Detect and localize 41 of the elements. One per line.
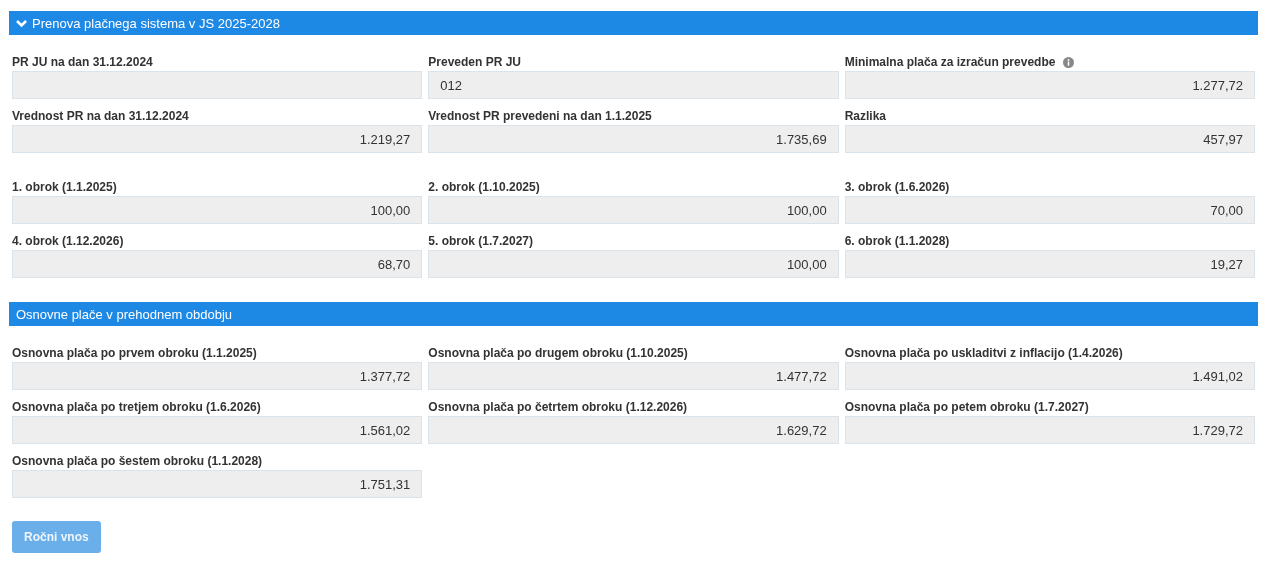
input-field[interactable]: 1.735,69 <box>428 125 839 153</box>
input-field[interactable]: 1.751,31 <box>12 470 423 498</box>
input-field[interactable]: 68,70 <box>12 250 423 278</box>
field-label: Osnovna plača po četrtem obroku (1.12.2026) <box>428 400 688 414</box>
field-label: Preveden PR JU <box>428 55 522 69</box>
input-field[interactable]: 1.277,72 <box>844 71 1255 99</box>
input-field[interactable]: 1.629,72 <box>428 416 839 444</box>
field-label: Vrednost PR prevedeni na dan 1.1.2025 <box>428 109 652 123</box>
input-field[interactable] <box>12 71 423 99</box>
field-label: Razlika <box>844 109 886 123</box>
input-field[interactable]: 1.729,72 <box>844 416 1255 444</box>
field-label: Osnovna plača po petem obroku (1.7.2027) <box>844 400 1089 414</box>
input-field[interactable]: 100,00 <box>12 196 423 224</box>
field-label: 2. obrok (1.10.2025) <box>428 180 540 194</box>
field-label: PR JU na dan 31.12.2024 <box>12 55 153 69</box>
field-label: 1. obrok (1.1.2025) <box>12 180 117 194</box>
field-label: 6. obrok (1.1.2028) <box>844 234 950 248</box>
input-field[interactable]: 100,00 <box>428 196 839 224</box>
input-field[interactable]: 457,97 <box>844 125 1255 153</box>
input-field[interactable]: 100,00 <box>428 250 839 278</box>
field-label: Vrednost PR na dan 31.12.2024 <box>12 109 189 123</box>
field-label: Minimalna plača za izračun prevedbe <box>844 55 1056 69</box>
field-label: Osnovna plača po šestem obroku (1.1.2028) <box>12 454 263 468</box>
field-label: Osnovna plača po uskladitvi z inflacijo (1.4.2026) <box>844 346 1123 360</box>
info-icon[interactable] <box>1063 56 1075 68</box>
field-label: 3. obrok (1.6.2026) <box>844 180 950 194</box>
field-label: Osnovna plača po drugem obroku (1.10.2025) <box>428 346 688 360</box>
input-field[interactable]: 70,00 <box>844 196 1255 224</box>
input-field[interactable]: 1.219,27 <box>12 125 423 153</box>
input-field[interactable]: 1.491,02 <box>844 362 1255 390</box>
section-header[interactable]: Prenova plačnega sistema v JS 2025-2028 <box>9 11 1258 35</box>
input-field[interactable]: 1.561,02 <box>12 416 423 444</box>
input-field[interactable]: 1.477,72 <box>428 362 839 390</box>
section-header[interactable]: Osnovne plače v prehodnem obdobju <box>9 302 1258 326</box>
field-label: 5. obrok (1.7.2027) <box>428 234 534 248</box>
field-label: Osnovna plača po prvem obroku (1.1.2025) <box>12 346 257 360</box>
input-field[interactable]: 19,27 <box>844 250 1255 278</box>
field-label: Osnovna plača po tretjem obroku (1.6.2026) <box>12 400 261 414</box>
input-field[interactable]: 1.377,72 <box>12 362 423 390</box>
input-field[interactable]: 012 <box>428 71 839 99</box>
field-label: 4. obrok (1.12.2026) <box>12 234 124 248</box>
